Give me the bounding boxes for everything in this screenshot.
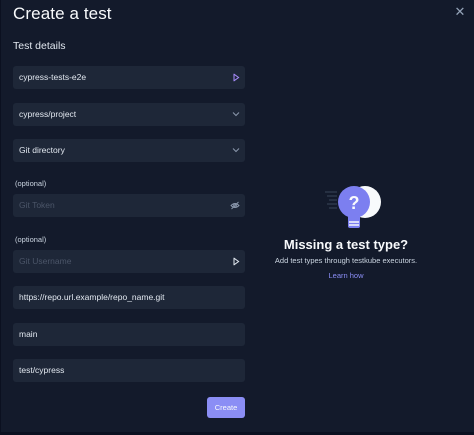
git-token-placeholder: Git Token [19,200,55,210]
close-icon[interactable]: ✕ [453,5,467,19]
create-button[interactable]: Create [207,397,245,418]
svg-text:?: ? [349,193,360,213]
create-test-dialog: Create a test ✕ Test details cypress-tes… [0,0,474,435]
dialog-title: Create a test [13,4,112,23]
branch-input[interactable]: main [13,323,245,346]
empty-state-description: Add test types through testkube executor… [274,256,418,265]
branch-value: main [19,329,38,339]
chevron-down-icon [232,148,240,153]
path-value: test/cypress [19,365,65,375]
repo-uri-value: https://repo.url.example/repo_name.git [19,292,165,302]
eye-off-icon[interactable] [230,201,240,210]
empty-state-title: Missing a test type? [283,237,409,252]
test-type-select[interactable]: cypress/project [13,103,245,126]
learn-how-link[interactable]: Learn how [301,271,391,280]
input-end-icon [233,73,240,82]
git-token-label: (optional) [15,179,47,188]
test-name-input[interactable]: cypress-tests-e2e [13,66,245,89]
source-type-select[interactable]: Git directory [13,139,245,162]
git-username-label: (optional) [15,235,47,244]
section-title: Test details [13,40,66,52]
repo-uri-input[interactable]: https://repo.url.example/repo_name.git [13,286,245,309]
source-type-value: Git directory [19,145,65,155]
git-username-placeholder: Git Username [19,256,72,266]
test-type-value: cypress/project [19,109,77,119]
git-token-input[interactable]: Git Token [13,194,245,217]
path-input[interactable]: test/cypress [13,359,245,382]
question-lightbulb-icon: ? [325,186,381,228]
chevron-down-icon [232,112,240,117]
git-username-input[interactable]: Git Username [13,250,245,273]
test-name-value: cypress-tests-e2e [19,72,87,82]
input-end-icon [233,257,240,266]
